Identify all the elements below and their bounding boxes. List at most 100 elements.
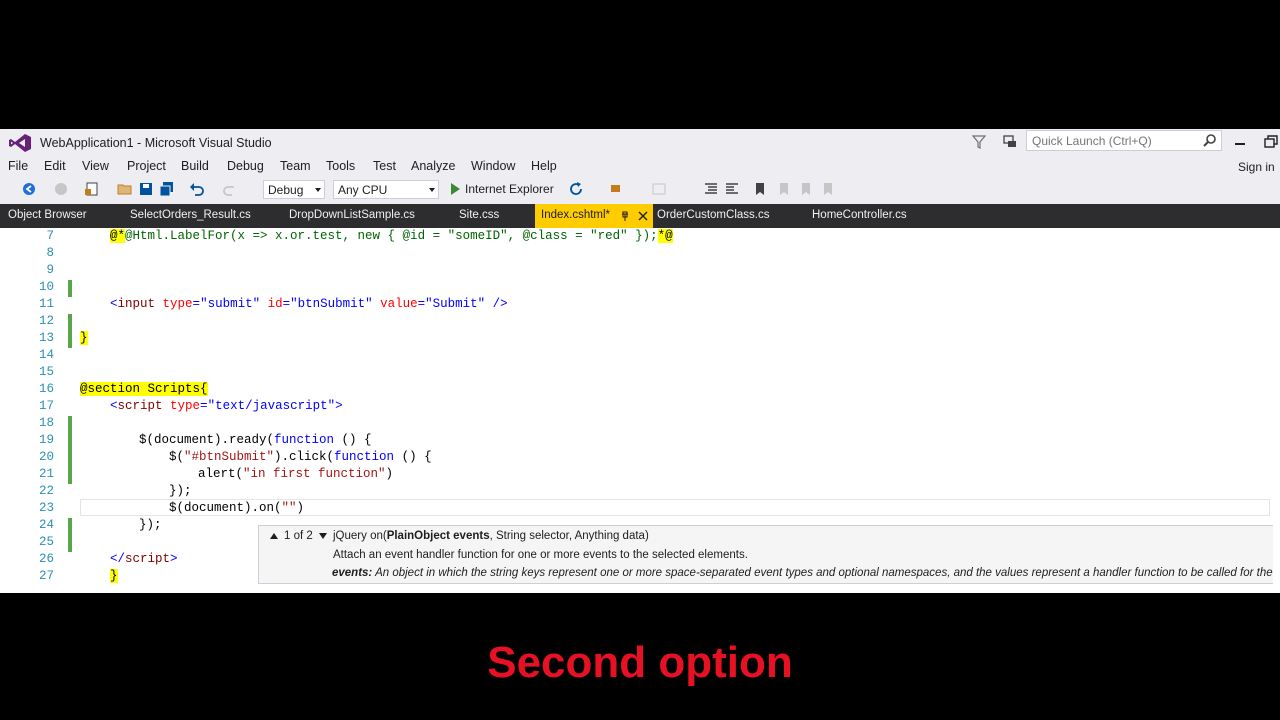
menu-test[interactable]: Test <box>373 159 396 173</box>
new-project-icon[interactable] <box>84 181 100 197</box>
title-bar: WebApplication1 - Microsoft Visual Studi… <box>0 129 1280 157</box>
tab-selectorders-result[interactable]: SelectOrders_Result.cs <box>130 204 251 228</box>
solution-configuration-select[interactable]: Debug <box>263 180 325 199</box>
change-marker <box>68 314 72 331</box>
tab-index-cshtml[interactable]: Index.cshtml* <box>535 204 653 228</box>
menu-help[interactable]: Help <box>531 159 557 173</box>
change-marker <box>68 280 72 297</box>
menu-view[interactable]: View <box>82 159 109 173</box>
step-icon <box>652 183 666 195</box>
menu-bar: File Edit View Project Build Debug Team … <box>0 157 1280 177</box>
quick-launch-input[interactable] <box>1026 130 1222 151</box>
open-file-icon[interactable] <box>117 181 133 197</box>
line-number: 11 <box>38 297 54 311</box>
minimize-button[interactable] <box>1232 133 1248 151</box>
change-marker <box>68 331 72 348</box>
next-overload-icon[interactable] <box>318 532 328 540</box>
comment-lines-icon[interactable] <box>703 181 719 197</box>
uncomment-lines-icon[interactable] <box>724 181 740 197</box>
code-line-26: </script> <box>110 552 178 566</box>
menu-project[interactable]: Project <box>127 159 166 173</box>
line-number: 23 <box>38 501 54 515</box>
feedback-icon[interactable] <box>1002 134 1018 150</box>
tab-object-browser[interactable]: Object Browser <box>8 204 87 228</box>
menu-window[interactable]: Window <box>471 159 515 173</box>
vertical-scrollbar[interactable] <box>1273 228 1280 593</box>
code-editor[interactable]: 7 8 9 10 11 12 13 14 15 16 17 18 19 20 2… <box>0 228 1280 593</box>
chevron-down-icon <box>429 188 435 192</box>
line-number: 25 <box>38 535 54 549</box>
menu-tools[interactable]: Tools <box>326 159 355 173</box>
code-line-11: <input type="submit" id="btnSubmit" valu… <box>110 297 508 311</box>
notification-filter-icon[interactable] <box>972 134 986 150</box>
menu-debug[interactable]: Debug <box>227 159 264 173</box>
platform-value: Any CPU <box>338 183 388 197</box>
line-number: 24 <box>38 518 54 532</box>
bookmark-icon[interactable] <box>752 181 768 197</box>
close-icon[interactable] <box>637 210 649 222</box>
chevron-down-icon <box>315 188 321 192</box>
code-line-16: @section Scripts{ <box>80 382 208 396</box>
line-number: 8 <box>46 246 54 260</box>
overload-counter: 1 of 2 <box>284 530 313 542</box>
visual-studio-window: WebApplication1 - Microsoft Visual Studi… <box>0 129 1280 593</box>
tab-ordercustomclass[interactable]: OrderCustomClass.cs <box>657 204 769 228</box>
restore-button[interactable] <box>1262 133 1278 151</box>
code-line-23[interactable]: $(document).on("") <box>169 501 304 515</box>
menu-build[interactable]: Build <box>181 159 209 173</box>
code-line-24: }); <box>139 518 162 532</box>
configuration-value: Debug <box>268 183 304 197</box>
menu-edit[interactable]: Edit <box>44 159 66 173</box>
signature-description: Attach an event handler function for one… <box>333 549 748 561</box>
line-number: 16 <box>38 382 54 396</box>
menu-file[interactable]: File <box>8 159 28 173</box>
code-line-22: }); <box>169 484 192 498</box>
code-line-13: } <box>80 331 88 345</box>
line-number: 14 <box>38 348 54 362</box>
previous-overload-icon[interactable] <box>269 532 279 540</box>
code-line-7: @*@Html.LabelFor(x => x.or.test, new { @… <box>110 229 673 243</box>
line-number: 19 <box>38 433 54 447</box>
line-number: 13 <box>38 331 54 345</box>
menu-team[interactable]: Team <box>280 159 311 173</box>
line-number: 12 <box>38 314 54 328</box>
line-number: 10 <box>38 280 54 294</box>
clear-bookmarks-icon <box>824 183 832 195</box>
line-number: 20 <box>38 450 54 464</box>
tab-site-css[interactable]: Site.css <box>459 204 499 228</box>
back-icon[interactable] <box>21 181 37 197</box>
refresh-icon[interactable] <box>568 181 584 197</box>
start-debugging-icon[interactable] <box>447 181 463 197</box>
sign-in-link[interactable]: Sign in <box>1238 160 1275 174</box>
solution-platform-select[interactable]: Any CPU <box>333 180 439 199</box>
line-number: 15 <box>38 365 54 379</box>
save-all-icon[interactable] <box>159 181 175 197</box>
window-title: WebApplication1 - Microsoft Visual Studi… <box>40 136 272 150</box>
menu-analyze[interactable]: Analyze <box>411 159 455 173</box>
run-target-button[interactable]: Internet Explorer <box>465 182 554 196</box>
redo-icon[interactable] <box>222 181 238 197</box>
line-number: 18 <box>38 416 54 430</box>
signature-help-tooltip: 1 of 2 jQuery on(PlainObject events, Str… <box>258 525 1280 584</box>
visual-studio-logo-icon <box>9 134 31 152</box>
line-number: 17 <box>38 399 54 413</box>
code-line-20: $("#btnSubmit").click(function () { <box>169 450 432 464</box>
pin-icon[interactable] <box>620 211 630 222</box>
tab-homecontroller[interactable]: HomeController.cs <box>812 204 907 228</box>
change-marker <box>68 518 72 535</box>
code-line-21: alert("in first function") <box>198 467 394 481</box>
code-line-17: <script type="text/javascript"> <box>110 399 343 413</box>
line-number: 21 <box>38 467 54 481</box>
forward-icon[interactable] <box>53 181 69 197</box>
change-marker <box>68 535 72 552</box>
prev-bookmark-icon <box>780 183 788 195</box>
line-number: 26 <box>38 552 54 566</box>
next-bookmark-icon <box>802 183 810 195</box>
line-number: 27 <box>38 569 54 583</box>
code-line-27: } <box>110 569 118 583</box>
browser-link-icon[interactable] <box>609 181 625 197</box>
search-icon[interactable] <box>1203 133 1217 147</box>
tab-dropdownlistsample[interactable]: DropDownListSample.cs <box>289 204 415 228</box>
undo-icon[interactable] <box>189 181 205 197</box>
save-icon[interactable] <box>138 181 154 197</box>
